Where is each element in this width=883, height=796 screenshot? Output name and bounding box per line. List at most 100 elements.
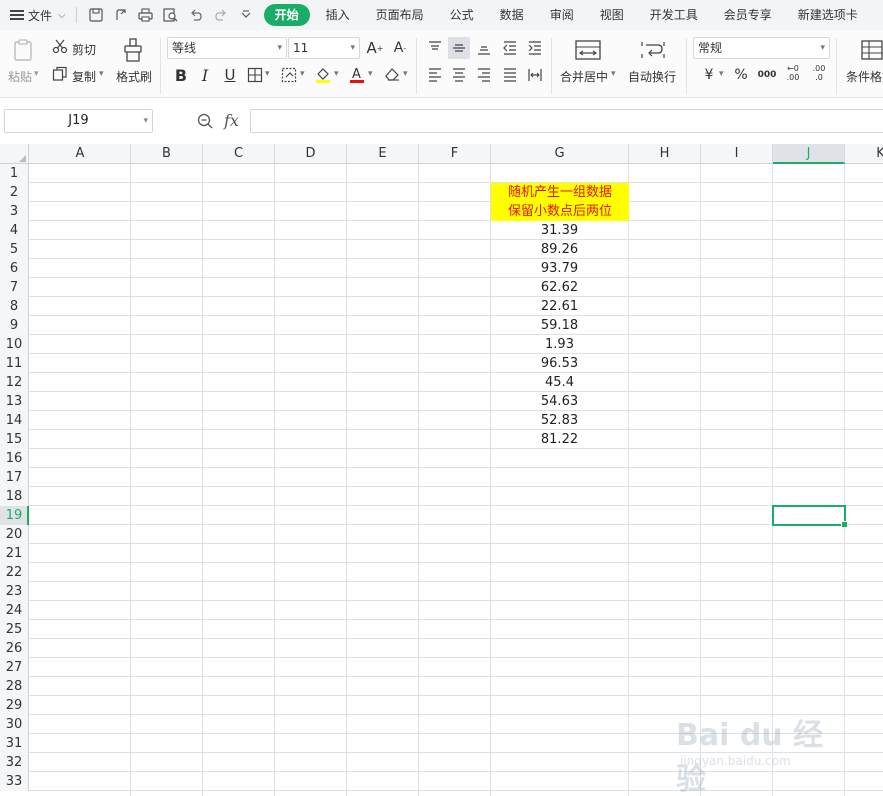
row-header[interactable]: 25 xyxy=(0,620,29,639)
row-header[interactable]: 17 xyxy=(0,468,29,487)
percent-button[interactable]: % xyxy=(730,64,752,86)
paste-button[interactable]: 粘贴 xyxy=(8,68,32,85)
row-header[interactable]: 16 xyxy=(0,449,29,468)
thousands-button[interactable]: 000 xyxy=(756,64,778,86)
border-icon[interactable] xyxy=(244,64,266,86)
format-painter-button[interactable]: 格式刷 xyxy=(116,68,152,85)
align-middle-icon[interactable] xyxy=(448,37,470,59)
row-header[interactable]: 8 xyxy=(0,297,29,316)
tab-member[interactable]: 会员专享 xyxy=(714,4,782,26)
cell-g4[interactable]: 31.39 xyxy=(491,221,628,240)
currency-dropdown-icon[interactable]: ▾ xyxy=(719,69,724,79)
eraser-icon[interactable] xyxy=(381,63,403,85)
name-box[interactable]: J19 ▾ xyxy=(4,109,153,133)
row-header[interactable]: 13 xyxy=(0,392,29,411)
cell-g15[interactable]: 81.22 xyxy=(491,430,628,449)
zoom-icon[interactable] xyxy=(196,112,214,134)
row-header[interactable]: 19 xyxy=(0,506,29,525)
row-header[interactable]: 23 xyxy=(0,582,29,601)
align-top-icon[interactable] xyxy=(424,37,446,59)
wrap-text-button[interactable]: 自动换行 xyxy=(628,68,676,85)
paste-icon[interactable] xyxy=(12,38,36,65)
row-header[interactable]: 12 xyxy=(0,373,29,392)
cell-g11[interactable]: 96.53 xyxy=(491,354,628,373)
tab-page-layout[interactable]: 页面布局 xyxy=(366,4,434,26)
row-header[interactable]: 33 xyxy=(0,772,29,791)
formula-input[interactable] xyxy=(250,109,883,133)
row-header[interactable]: 6 xyxy=(0,259,29,278)
export-icon[interactable] xyxy=(110,4,132,26)
column-header-d[interactable]: D xyxy=(275,144,347,164)
fx-icon[interactable]: fx xyxy=(224,111,239,130)
cell-g13[interactable]: 54.63 xyxy=(491,392,628,411)
copy-dropdown-icon[interactable]: ▾ xyxy=(99,69,104,79)
cell-style-icon[interactable] xyxy=(278,64,300,86)
row-header[interactable]: 14 xyxy=(0,411,29,430)
redo-icon[interactable] xyxy=(210,4,232,26)
tab-developer[interactable]: 开发工具 xyxy=(640,4,708,26)
cell-g2[interactable]: 随机产生一组数据 xyxy=(491,183,629,202)
column-header-i[interactable]: I xyxy=(701,144,773,164)
decrease-font-icon[interactable]: A- xyxy=(389,37,411,59)
underline-button[interactable]: U xyxy=(219,64,241,86)
cell-g10[interactable]: 1.93 xyxy=(491,335,628,354)
row-header[interactable]: 27 xyxy=(0,658,29,677)
paste-dropdown-icon[interactable]: ▾ xyxy=(34,69,39,79)
row-header[interactable]: 9 xyxy=(0,316,29,335)
cut-button[interactable]: 剪切 xyxy=(72,41,96,58)
cell-g6[interactable]: 93.79 xyxy=(491,259,628,278)
row-header[interactable]: 29 xyxy=(0,696,29,715)
row-header[interactable]: 10 xyxy=(0,335,29,354)
row-header[interactable]: 3 xyxy=(0,202,29,221)
eraser-dropdown-icon[interactable]: ▾ xyxy=(403,69,408,79)
print-preview-icon[interactable] xyxy=(160,4,182,26)
justify-icon[interactable] xyxy=(499,64,521,86)
column-header-h[interactable]: H xyxy=(629,144,701,164)
cell-g12[interactable]: 45.4 xyxy=(491,373,628,392)
active-cell-selection[interactable] xyxy=(772,505,848,528)
decrease-decimal-button[interactable]: .00.0 xyxy=(806,62,832,84)
column-header-g[interactable]: G xyxy=(491,144,629,164)
font-color-dropdown-icon[interactable]: ▾ xyxy=(368,69,373,79)
row-header[interactable]: 7 xyxy=(0,278,29,297)
cell-g8[interactable]: 22.61 xyxy=(491,297,628,316)
copy-button[interactable]: 复制 xyxy=(72,68,96,85)
print-icon[interactable] xyxy=(135,4,157,26)
tab-review[interactable]: 审阅 xyxy=(540,4,584,26)
customize-chevron-icon[interactable] xyxy=(235,4,257,26)
increase-font-icon[interactable]: A + xyxy=(364,37,386,59)
row-header[interactable]: 15 xyxy=(0,430,29,449)
italic-button[interactable]: I xyxy=(194,64,216,86)
column-header-f[interactable]: F xyxy=(419,144,491,164)
row-header[interactable]: 11 xyxy=(0,354,29,373)
tab-data[interactable]: 数据 xyxy=(490,4,534,26)
cell-g14[interactable]: 52.83 xyxy=(491,411,628,430)
row-header[interactable]: 32 xyxy=(0,753,29,772)
row-header[interactable]: 31 xyxy=(0,734,29,753)
row-header[interactable]: 28 xyxy=(0,677,29,696)
row-header[interactable]: 4 xyxy=(0,221,29,240)
row-header[interactable]: 2 xyxy=(0,183,29,202)
column-header-a[interactable]: A xyxy=(30,144,131,164)
row-header[interactable]: 21 xyxy=(0,544,29,563)
tab-view[interactable]: 视图 xyxy=(590,4,634,26)
row-header[interactable]: 1 xyxy=(0,164,29,183)
border-dropdown-icon[interactable]: ▾ xyxy=(265,69,270,79)
align-right-icon[interactable] xyxy=(473,64,495,86)
column-header-c[interactable]: C xyxy=(203,144,275,164)
bold-button[interactable]: B xyxy=(170,64,192,86)
cell-g9[interactable]: 59.18 xyxy=(491,316,628,335)
row-header[interactable]: 18 xyxy=(0,487,29,506)
tab-formulas[interactable]: 公式 xyxy=(440,4,484,26)
column-header-b[interactable]: B xyxy=(131,144,203,164)
undo-icon[interactable] xyxy=(185,4,207,26)
column-header-e[interactable]: E xyxy=(347,144,419,164)
row-header[interactable]: 24 xyxy=(0,601,29,620)
merge-center-button[interactable]: 合并居中 xyxy=(560,68,608,85)
tab-new[interactable]: 新建选项卡 xyxy=(788,4,868,26)
cell-g7[interactable]: 62.62 xyxy=(491,278,628,297)
distributed-align-icon[interactable] xyxy=(524,64,546,86)
file-menu-button[interactable]: 文件 ⌵ xyxy=(6,3,70,27)
select-all-corner[interactable] xyxy=(0,144,29,164)
currency-button[interactable]: ¥ xyxy=(698,64,720,86)
